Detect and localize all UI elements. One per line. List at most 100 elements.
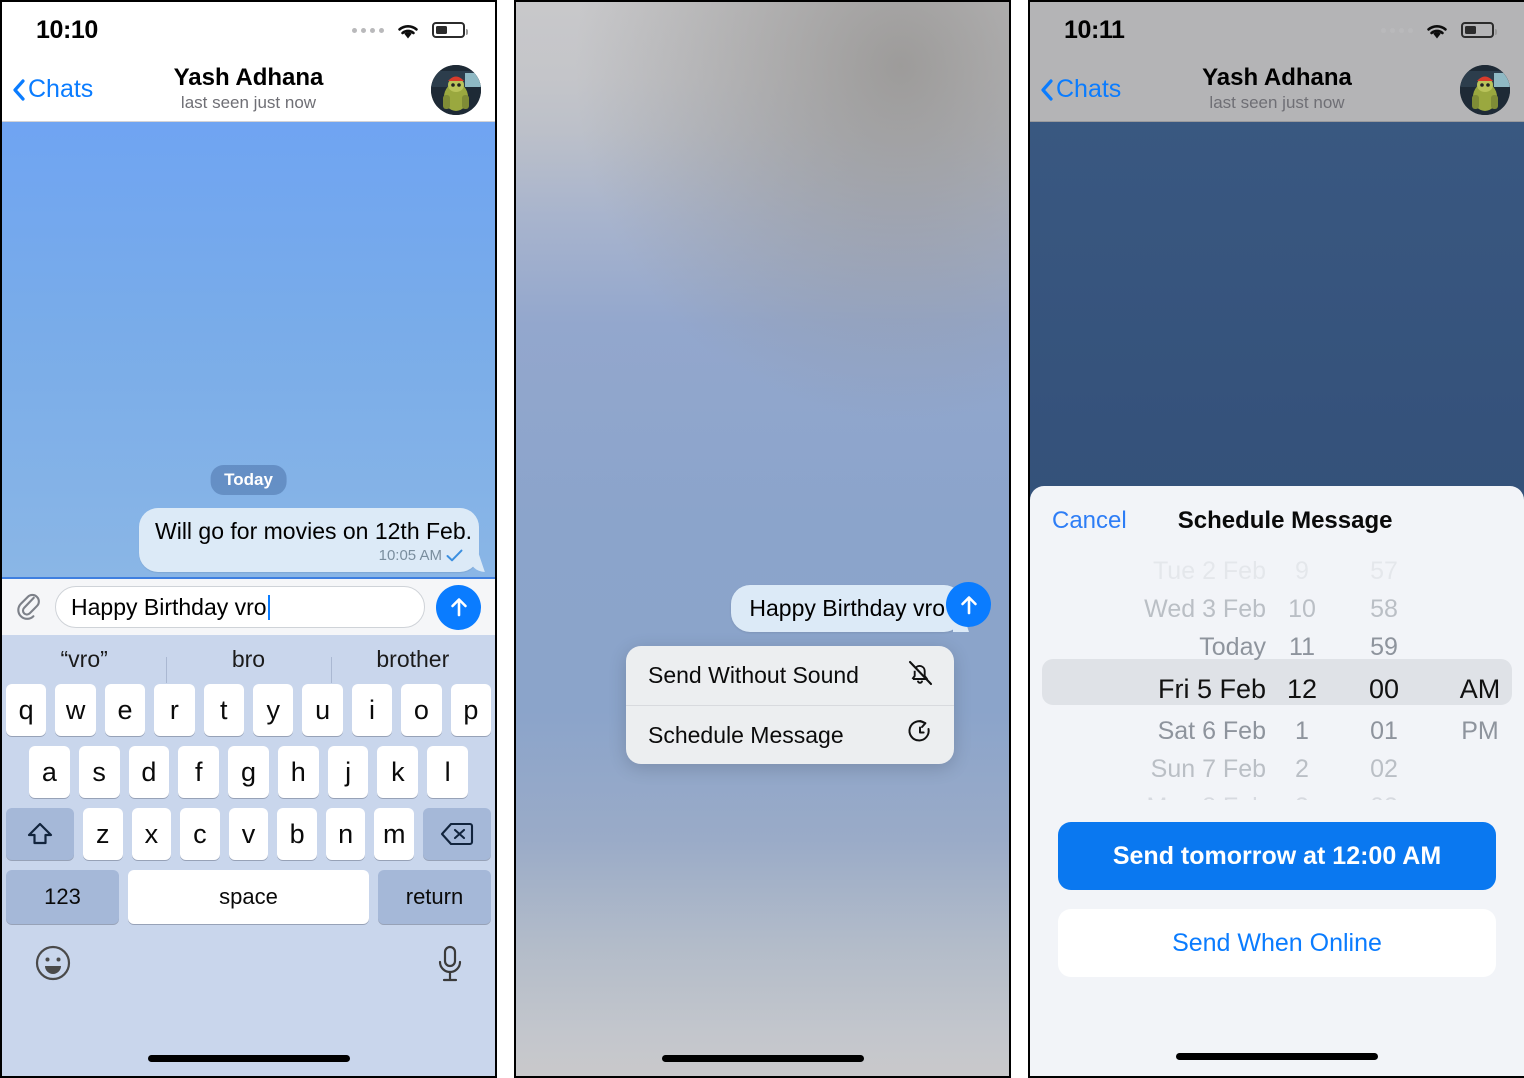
contact-avatar[interactable] xyxy=(1460,64,1510,115)
clock-arrow-icon xyxy=(906,717,934,753)
picker-hour-option[interactable]: 9 xyxy=(1266,552,1338,590)
emoji-smiley-icon[interactable] xyxy=(34,944,72,987)
picker-hour-selected[interactable]: 12 xyxy=(1266,666,1338,712)
back-to-chats-button[interactable]: Chats xyxy=(12,75,93,104)
key-i[interactable]: i xyxy=(351,684,393,736)
datetime-picker[interactable]: Tue 2 Feb Wed 3 Feb Today Fri 5 Feb Sat … xyxy=(1030,552,1524,800)
send-button[interactable] xyxy=(436,584,481,630)
key-v[interactable]: v xyxy=(228,808,269,860)
picker-date-option[interactable]: Sat 6 Feb xyxy=(1058,712,1266,750)
cancel-button[interactable]: Cancel xyxy=(1052,507,1127,535)
wifi-icon xyxy=(395,21,421,40)
picker-minute-option[interactable]: 01 xyxy=(1338,712,1430,750)
pending-message-bubble[interactable]: Happy Birthday vro xyxy=(731,585,963,632)
microphone-icon[interactable] xyxy=(435,944,465,989)
outgoing-message-bubble[interactable]: Will go for movies on 12th Feb. 10:05 AM xyxy=(139,508,479,573)
key-u[interactable]: u xyxy=(302,684,343,736)
home-indicator[interactable] xyxy=(661,1055,864,1062)
key-t[interactable]: t xyxy=(203,684,244,736)
schedule-message-sheet: Cancel Schedule Message Tue 2 Feb Wed 3 … xyxy=(1030,486,1524,1076)
key-h[interactable]: h xyxy=(277,746,319,798)
key-x[interactable]: x xyxy=(131,808,172,860)
chevron-left-icon xyxy=(1040,78,1053,101)
message-text: Will go for movies on 12th Feb. xyxy=(155,518,473,544)
panel-gap-1 xyxy=(497,0,514,1078)
arrow-up-icon xyxy=(450,598,467,617)
key-b[interactable]: b xyxy=(277,808,317,860)
key-l[interactable]: l xyxy=(427,746,469,798)
picker-minute-option[interactable]: 57 xyxy=(1338,552,1430,590)
picker-wheel-date[interactable]: Tue 2 Feb Wed 3 Feb Today Fri 5 Feb Sat … xyxy=(1058,552,1266,800)
message-meta: 10:05 AM xyxy=(155,547,463,564)
picker-date-option[interactable]: Wed 3 Feb xyxy=(1058,590,1266,628)
prediction-0[interactable]: “vro” xyxy=(2,646,166,673)
picker-date-option[interactable]: Today xyxy=(1058,628,1266,666)
picker-wheel-period[interactable]: AM PM xyxy=(1430,552,1524,800)
key-e[interactable]: e xyxy=(104,684,146,736)
key-s[interactable]: s xyxy=(78,746,120,798)
page-title: Yash Adhana xyxy=(173,63,324,91)
prediction-2[interactable]: brother xyxy=(330,646,495,683)
key-w[interactable]: w xyxy=(55,684,96,736)
picker-minute-option[interactable]: 02 xyxy=(1338,750,1430,788)
key-o[interactable]: o xyxy=(401,684,442,736)
message-input[interactable]: Happy Birthday vro xyxy=(55,586,425,628)
picker-minute-option[interactable]: 03 xyxy=(1338,788,1430,800)
key-g[interactable]: g xyxy=(228,746,269,798)
key-m[interactable]: m xyxy=(374,808,415,860)
picker-date-option[interactable]: Sun 7 Feb xyxy=(1058,750,1266,788)
home-indicator[interactable] xyxy=(1176,1053,1378,1060)
space-key[interactable]: space xyxy=(128,870,369,924)
three-panel-screenshot: 10:10 Chats Yash Adhana last seen just n… xyxy=(0,0,1524,1078)
menu-item-send-without-sound[interactable]: Send Without Sound xyxy=(626,646,954,705)
picker-date-selected[interactable]: Fri 5 Feb xyxy=(1058,666,1266,712)
send-when-online-button[interactable]: Send When Online xyxy=(1058,909,1496,977)
key-f[interactable]: f xyxy=(178,746,220,798)
send-options-context-menu: Send Without Sound Schedule Message xyxy=(626,646,954,764)
key-q[interactable]: q xyxy=(5,684,47,736)
key-y[interactable]: y xyxy=(253,684,294,736)
keyboard-row-2: a s d f g h j k l xyxy=(2,746,495,798)
key-r[interactable]: r xyxy=(154,684,195,736)
key-c[interactable]: c xyxy=(180,808,220,860)
back-to-chats-button[interactable]: Chats xyxy=(1040,75,1121,104)
contact-avatar[interactable] xyxy=(431,64,481,115)
menu-item-schedule-message[interactable]: Schedule Message xyxy=(626,705,954,764)
key-k[interactable]: k xyxy=(377,746,419,798)
picker-date-option[interactable]: Tue 2 Feb xyxy=(1058,552,1266,590)
picker-hour-option[interactable]: 11 xyxy=(1266,628,1338,666)
picker-minute-option[interactable]: 59 xyxy=(1338,628,1430,666)
message-time: 10:05 AM xyxy=(378,547,442,565)
picker-minute-option[interactable]: 58 xyxy=(1338,590,1430,628)
key-n[interactable]: n xyxy=(325,808,366,860)
send-button[interactable] xyxy=(946,582,991,627)
picker-period-option[interactable]: PM xyxy=(1430,712,1524,750)
key-d[interactable]: d xyxy=(128,746,170,798)
picker-hour-option[interactable]: 3 xyxy=(1266,788,1338,800)
key-p[interactable]: p xyxy=(450,684,492,736)
numbers-key[interactable]: 123 xyxy=(6,870,119,924)
day-separator: Today xyxy=(210,465,287,495)
backspace-icon[interactable] xyxy=(423,808,492,860)
chat-message-area: Today Will go for movies on 12th Feb. 10… xyxy=(2,122,495,577)
key-z[interactable]: z xyxy=(82,808,123,860)
picker-hour-option[interactable]: 10 xyxy=(1266,590,1338,628)
return-key[interactable]: return xyxy=(378,870,491,924)
key-j[interactable]: j xyxy=(327,746,369,798)
picker-minute-selected[interactable]: 00 xyxy=(1338,666,1430,712)
shift-up-icon[interactable] xyxy=(5,808,74,860)
key-a[interactable]: a xyxy=(28,746,70,798)
prediction-1[interactable]: bro xyxy=(166,646,330,683)
status-indicators xyxy=(352,21,468,40)
paperclip-icon[interactable] xyxy=(14,591,44,623)
check-sent-icon xyxy=(446,549,463,562)
home-indicator[interactable] xyxy=(147,1055,350,1062)
send-tomorrow-button[interactable]: Send tomorrow at 12:00 AM xyxy=(1058,822,1496,890)
picker-hour-option[interactable]: 2 xyxy=(1266,750,1338,788)
picker-wheel-hour[interactable]: 9 10 11 12 1 2 3 xyxy=(1266,552,1338,800)
picker-hour-option[interactable]: 1 xyxy=(1266,712,1338,750)
picker-period-selected[interactable]: AM xyxy=(1430,666,1524,712)
wifi-icon xyxy=(1424,21,1450,40)
picker-date-option[interactable]: Mon 8 Feb xyxy=(1058,788,1266,800)
picker-wheel-minute[interactable]: 57 58 59 00 01 02 03 xyxy=(1338,552,1430,800)
